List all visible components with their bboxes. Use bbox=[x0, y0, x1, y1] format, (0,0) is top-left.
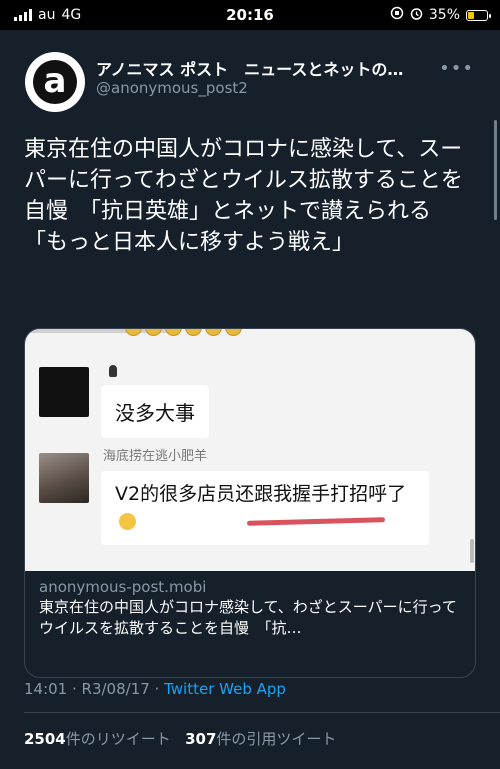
display-name[interactable]: アノニマス ポスト ニュースとネットの… bbox=[96, 56, 446, 80]
page-scrollbar[interactable] bbox=[494, 120, 497, 220]
link-card[interactable]: 没多大事 海底捞在逃小肥羊 V2的很多店员还跟我握手打招呼了 anonymous… bbox=[24, 328, 476, 678]
battery-percent: 35% bbox=[428, 7, 460, 23]
tweet-timestamp: 14:01 · R3/08/17 · Twitter Web App bbox=[24, 680, 286, 698]
card-image[interactable]: 没多大事 海底捞在逃小肥羊 V2的很多店员还跟我握手打招呼了 bbox=[25, 329, 475, 571]
quote-count[interactable]: 307 bbox=[185, 730, 216, 748]
chat-avatar-photo bbox=[39, 453, 89, 503]
battery-icon bbox=[466, 9, 491, 21]
retweet-count[interactable]: 2504 bbox=[24, 730, 66, 748]
tweet-text: 東京在住の中国人がコロナに感染して、スーパーに行ってわざとウイルス拡散することを… bbox=[24, 137, 463, 255]
battery-fill bbox=[468, 11, 474, 19]
status-bar: au 4G 20:16 35% bbox=[0, 0, 500, 30]
chat-message: V2的很多店员还跟我握手打招呼了 bbox=[115, 483, 407, 505]
tweet-stats: 2504件のリツイート 307件の引用ツイート bbox=[24, 728, 336, 749]
timestamp-text: 14:01 · R3/08/17 · bbox=[24, 680, 165, 698]
status-right: 35% bbox=[390, 6, 491, 24]
retweet-label[interactable]: 件のリツイート bbox=[66, 730, 171, 748]
orientation-lock-icon bbox=[390, 6, 404, 24]
source-app-link[interactable]: Twitter Web App bbox=[164, 680, 286, 698]
user-handle[interactable]: @anonymous_post2 bbox=[96, 79, 248, 97]
emoji-icon bbox=[119, 513, 136, 530]
quote-label[interactable]: 件の引用ツイート bbox=[216, 730, 336, 748]
avatar-logo: a bbox=[33, 60, 77, 104]
card-title: 東京在住の中国人がコロナ感染して、わざとスーパーに行ってウイルスを拡散することを… bbox=[39, 598, 457, 637]
card-meta[interactable]: anonymous-post.mobi 東京在住の中国人がコロナ感染して、わざと… bbox=[39, 577, 463, 639]
divider bbox=[24, 712, 500, 713]
chat-bubble: V2的很多店员还跟我握手打招呼了 bbox=[101, 471, 429, 545]
chat-sender-name: 海底捞在逃小肥羊 bbox=[103, 449, 208, 464]
lock-icon bbox=[109, 365, 117, 377]
chat-bubble: 没多大事 bbox=[101, 385, 209, 438]
card-scrollbar bbox=[470, 539, 474, 563]
alarm-icon bbox=[410, 7, 423, 24]
card-domain: anonymous-post.mobi bbox=[39, 578, 207, 596]
tweet-detail: a アノニマス ポスト ニュースとネットの… @anonymous_post2 … bbox=[0, 30, 500, 769]
avatar[interactable]: a bbox=[25, 52, 85, 112]
coin-emojis bbox=[125, 329, 242, 336]
chat-avatar bbox=[39, 367, 89, 417]
more-horizontal-icon[interactable]: ••• bbox=[439, 58, 474, 79]
